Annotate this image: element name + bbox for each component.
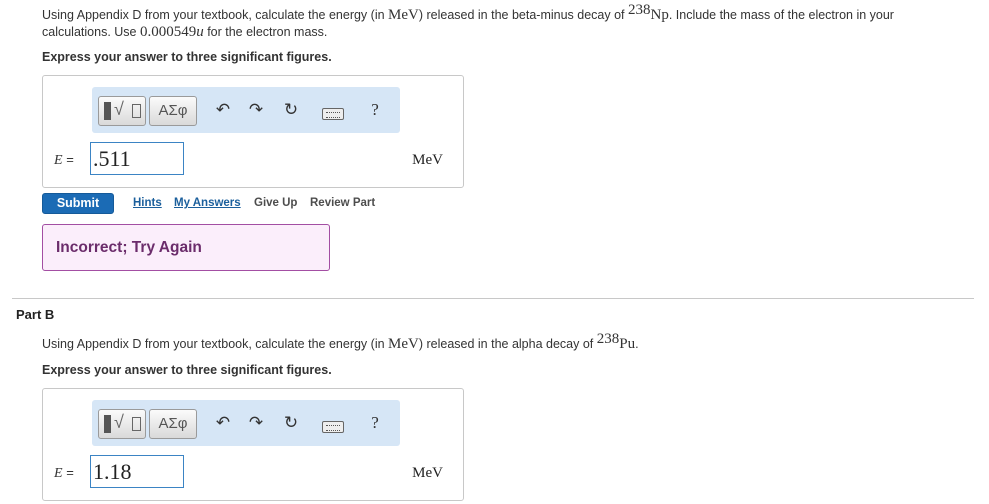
submit-button[interactable]: Submit [42, 193, 114, 214]
variable-label: E = [54, 465, 74, 481]
part-b-title: Part B [16, 307, 55, 322]
math-toolbar: √ ΑΣφ ↶ ↷ ↻ ? [92, 400, 400, 446]
part-b-instruction: Express your answer to three significant… [42, 363, 332, 377]
answer-unit: MeV [412, 465, 443, 481]
greek-letters-icon[interactable]: ΑΣφ [149, 409, 197, 439]
my-answers-link[interactable]: My Answers [174, 197, 241, 209]
part-a-instruction: Express your answer to three significant… [42, 50, 332, 64]
give-up-link[interactable]: Give Up [254, 197, 297, 209]
help-icon[interactable]: ? [364, 412, 386, 434]
part-b-answer-box: √ ΑΣφ ↶ ↷ ↻ ? E = 1.18 MeV [42, 388, 464, 501]
reset-icon[interactable]: ↻ [280, 99, 302, 121]
templates-icon[interactable]: √ [98, 96, 146, 126]
undo-icon[interactable]: ↶ [212, 99, 234, 121]
divider [12, 298, 974, 299]
reset-icon[interactable]: ↻ [280, 412, 302, 434]
redo-icon[interactable]: ↷ [245, 412, 267, 434]
templates-icon[interactable]: √ [98, 409, 146, 439]
greek-letters-icon[interactable]: ΑΣφ [149, 96, 197, 126]
part-a-question: Using Appendix D from your textbook, cal… [42, 1, 894, 40]
math-toolbar: √ ΑΣφ ↶ ↷ ↻ ? [92, 87, 400, 133]
feedback-box: Incorrect; Try Again [42, 224, 330, 271]
undo-icon[interactable]: ↶ [212, 412, 234, 434]
variable-label: E = [54, 152, 74, 168]
feedback-text: Incorrect; Try Again [56, 239, 202, 256]
part-b-question: Using Appendix D from your textbook, cal… [42, 330, 639, 352]
hints-link[interactable]: Hints [133, 197, 162, 209]
answer-input[interactable]: 1.18 [90, 455, 184, 488]
review-part-link[interactable]: Review Part [310, 197, 375, 209]
answer-unit: MeV [412, 152, 443, 168]
keyboard-icon[interactable] [322, 421, 344, 433]
part-a-answer-box: √ ΑΣφ ↶ ↷ ↻ ? E = .511 MeV [42, 75, 464, 188]
answer-input[interactable]: .511 [90, 142, 184, 175]
help-icon[interactable]: ? [364, 99, 386, 121]
keyboard-icon[interactable] [322, 108, 344, 120]
redo-icon[interactable]: ↷ [245, 99, 267, 121]
